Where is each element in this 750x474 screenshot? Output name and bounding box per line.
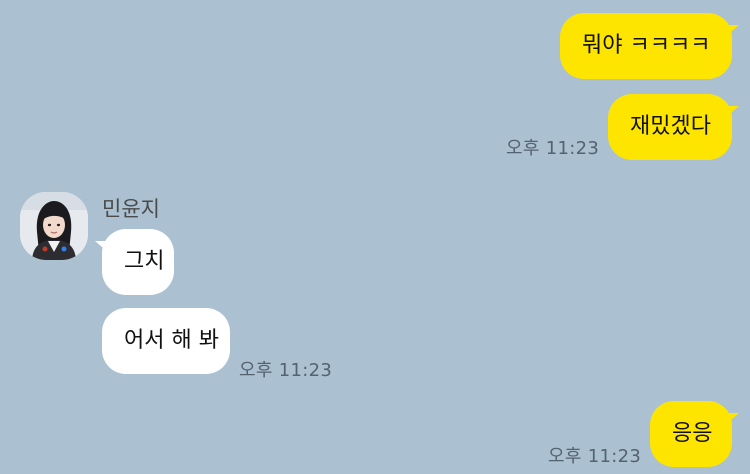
my-message-bubble[interactable]: 뭐야 ㅋㅋㅋㅋ [560,13,739,79]
message-timestamp: 오후 11:23 [239,360,333,381]
their-message-bubble[interactable]: 그치 [95,229,174,295]
my-message-bubble[interactable]: 재밌겠다 [608,94,739,160]
chat-room[interactable]: 뭐야 ㅋㅋㅋㅋ 재밌겠다 오후 11:23 민윤지 그치 어서 해 봐 오후 1… [0,0,750,474]
bubble-tail [95,241,109,253]
message-timestamp: 오후 11:23 [548,446,642,467]
bubble-tail [725,25,739,37]
contact-name: 민윤지 [102,197,160,221]
contact-avatar[interactable] [20,192,88,260]
message-text: 재밌겠다 [630,114,711,139]
my-message-bubble[interactable]: 응응 [650,401,739,467]
bubble-tail [725,413,739,425]
message-text: 뭐야 ㅋㅋㅋㅋ [582,33,711,58]
message-text: 어서 해 봐 [124,328,219,353]
message-text: 그치 [124,249,165,274]
bubble-tail [725,106,739,118]
their-message-bubble[interactable]: 어서 해 봐 [102,308,230,374]
profile-photo-icon [20,192,88,260]
message-timestamp: 오후 11:23 [506,138,600,159]
message-text: 응응 [672,421,713,446]
